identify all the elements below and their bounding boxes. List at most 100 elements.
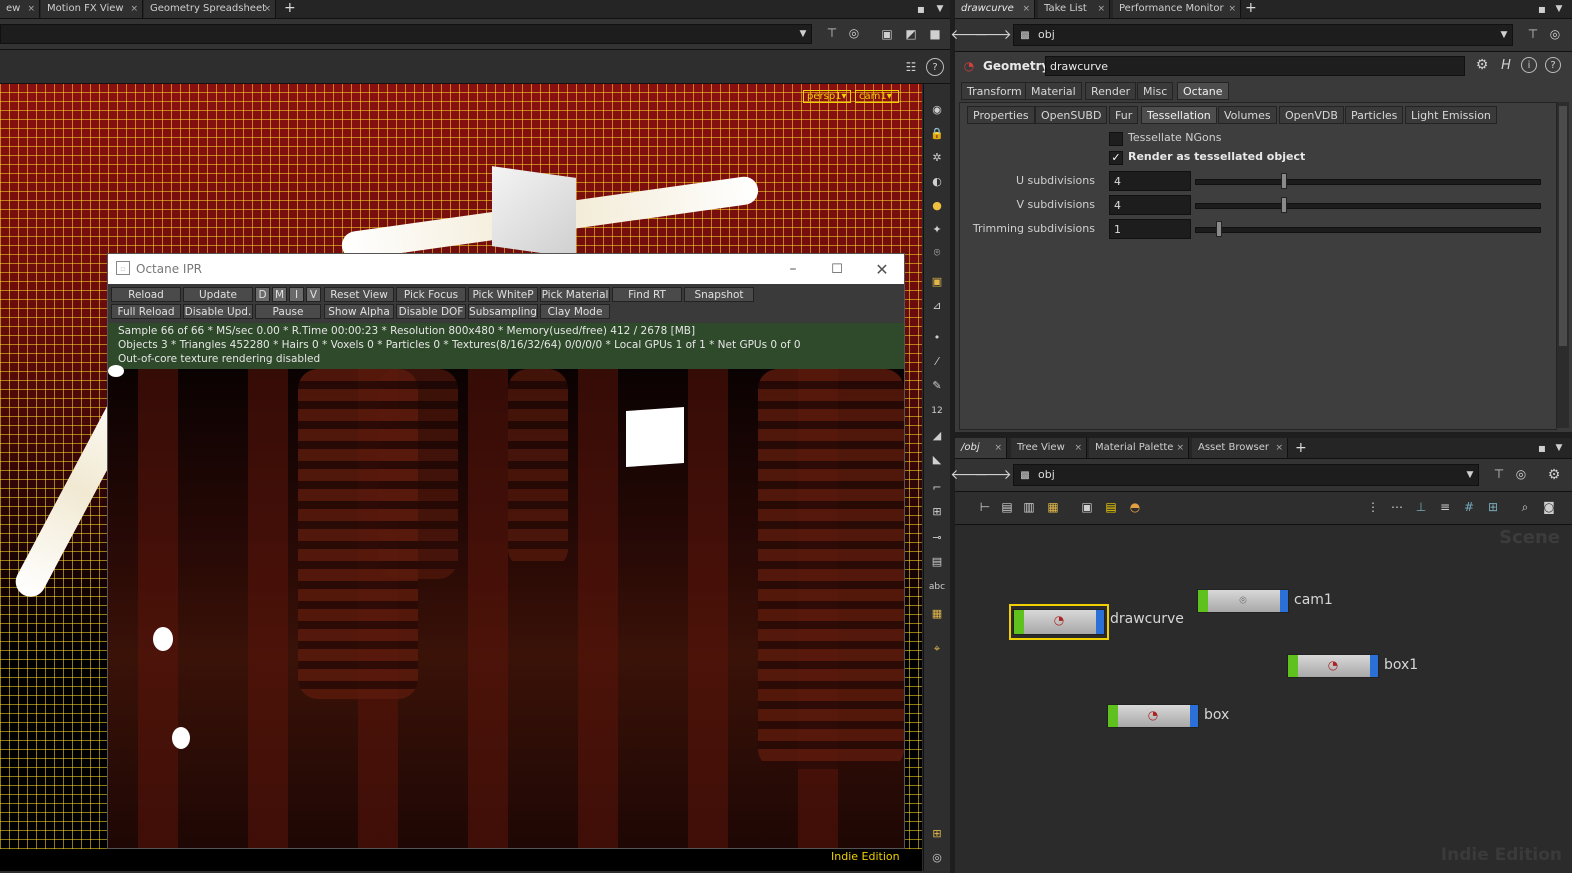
tab-scene-view[interactable]: ew × — [0, 0, 40, 18]
help-icon[interactable]: ? — [1545, 57, 1561, 73]
close-icon[interactable]: × — [1228, 0, 1236, 18]
full-reload-button[interactable]: Full Reload — [111, 304, 181, 319]
tab-drawcurve[interactable]: drawcurve × — [955, 0, 1035, 18]
template-icon[interactable]: ⊿ — [924, 294, 950, 316]
tab-performance-monitor[interactable]: Performance Monitor × — [1113, 0, 1241, 18]
list-icon[interactable]: ▤ — [999, 499, 1015, 515]
paint-icon[interactable]: ◢ — [924, 424, 950, 446]
snap-icon[interactable]: ✲ — [924, 146, 950, 168]
pick-material-button[interactable]: Pick Material — [540, 287, 610, 302]
pane-menu-icon[interactable]: ▼ — [934, 2, 946, 16]
pane-menu-icon[interactable]: ▼ — [1553, 2, 1565, 16]
text-icon[interactable]: abc — [924, 576, 950, 598]
pen-icon[interactable]: ✎ — [924, 374, 950, 396]
link-icon[interactable]: ◎ — [846, 25, 862, 41]
layout-icon[interactable]: ⊞ — [924, 822, 950, 844]
tab-openvdb[interactable]: OpenVDB — [1279, 106, 1344, 124]
v-subdivisions-slider[interactable] — [1195, 203, 1541, 209]
network-path-field[interactable]: ▩ obj ▼ — [1013, 464, 1479, 486]
pane-menu-icon[interactable]: ▼ — [1553, 441, 1565, 455]
render-tessellated-checkbox[interactable]: ✓ — [1109, 151, 1123, 165]
display-settings-icon[interactable]: ☷ — [902, 58, 920, 76]
layout-icon[interactable]: ≡ — [1437, 499, 1453, 515]
tab-volumes[interactable]: Volumes — [1218, 106, 1277, 124]
param-scrollbar[interactable] — [1557, 102, 1569, 428]
handle-icon[interactable]: ⊸ — [924, 526, 950, 548]
chevron-down-icon[interactable]: ▼ — [1498, 29, 1510, 41]
tab-transform[interactable]: Transform — [961, 82, 1028, 100]
pin-icon[interactable]: ⊤ — [1525, 26, 1541, 42]
bucket-icon[interactable]: ◣ — [924, 448, 950, 470]
add-tab-button[interactable]: + — [284, 0, 296, 16]
close-icon[interactable]: × — [27, 0, 35, 18]
cam-menu[interactable]: cam1▾ — [855, 90, 899, 103]
grid-snap-icon[interactable]: ⊞ — [924, 500, 950, 522]
chevron-down-icon[interactable]: ▼ — [1464, 469, 1476, 481]
camera-menu[interactable]: persp1▾ — [803, 90, 851, 103]
tab-opensubd[interactable]: OpenSUBD — [1035, 106, 1108, 124]
d-toggle-button[interactable]: D — [255, 287, 270, 302]
tab-octane[interactable]: Octane — [1177, 82, 1229, 100]
network-editor[interactable]: Scene Indie Edition ◔ drawcurve ⌾ cam1 ◔… — [955, 525, 1572, 873]
tree-icon[interactable]: ⊢ — [977, 499, 993, 515]
disable-update-button[interactable]: Disable Upd. — [183, 304, 253, 319]
node-name-field[interactable]: drawcurve — [1045, 56, 1465, 76]
i-toggle-button[interactable]: I — [289, 287, 304, 302]
pause-button[interactable]: Pause — [255, 304, 321, 319]
link-icon[interactable]: ◎ — [1547, 26, 1563, 42]
tab-render[interactable]: Render — [1085, 82, 1137, 100]
tab-light-emission[interactable]: Light Emission — [1405, 106, 1497, 124]
lock-icon[interactable]: 🔒 — [924, 122, 950, 144]
show-alpha-button[interactable]: Show Alpha — [324, 304, 394, 319]
light-icon[interactable]: ● — [924, 194, 950, 216]
tab-particles[interactable]: Particles — [1345, 106, 1404, 124]
point-light-icon[interactable]: ✦ — [924, 218, 950, 240]
node-display-flag[interactable] — [1108, 705, 1118, 727]
node-box[interactable]: ◔ — [1107, 704, 1199, 728]
forward-arrow-icon[interactable]: 🡒 — [974, 26, 1012, 43]
brush-icon[interactable]: ⁄ — [924, 350, 950, 372]
location-icon[interactable]: ⌖ — [924, 638, 950, 660]
number-icon[interactable]: 12 — [924, 400, 950, 422]
close-icon[interactable]: × — [130, 0, 138, 18]
u-subdivisions-field[interactable]: 4 — [1109, 171, 1191, 191]
m-toggle-button[interactable]: M — [272, 287, 287, 302]
camera-snapshot-icon[interactable]: ◙ — [1541, 499, 1557, 515]
viewer-path-field[interactable] — [0, 24, 812, 44]
close-icon[interactable]: × — [1097, 0, 1105, 18]
subnet-icon[interactable]: ◓ — [1127, 499, 1143, 515]
u-subdivisions-slider-handle[interactable] — [1281, 173, 1287, 189]
octane-titlebar[interactable]: ▫ Octane IPR – ☐ ✕ — [108, 254, 904, 284]
tab-fur[interactable]: Fur — [1109, 106, 1139, 124]
chevron-down-icon[interactable]: ▼ — [796, 27, 810, 41]
tab-material[interactable]: Material — [1025, 82, 1082, 100]
node-render-flag[interactable] — [1190, 705, 1198, 727]
camera-view-icon[interactable]: ◩ — [902, 25, 920, 43]
pin-icon[interactable]: ⊤ — [824, 25, 840, 41]
palette-grid-icon[interactable]: ▦ — [1045, 499, 1061, 515]
trimming-subdivisions-slider-handle[interactable] — [1215, 221, 1222, 237]
maximize-pane-icon[interactable]: ▪ — [1535, 441, 1549, 455]
node-render-flag[interactable] — [1370, 655, 1378, 677]
snap-vertical-icon[interactable]: ⊥ — [1413, 499, 1429, 515]
path-field[interactable]: ▩ obj ▼ — [1013, 24, 1513, 46]
info-icon[interactable]: i — [1521, 57, 1537, 73]
snapshot-button[interactable]: Snapshot — [684, 287, 754, 302]
tab-properties[interactable]: Properties — [967, 106, 1035, 124]
fullscreen-icon[interactable]: ■ — [926, 25, 944, 43]
visibility-icon[interactable]: ◉ — [924, 98, 950, 120]
trimming-subdivisions-slider[interactable] — [1195, 227, 1541, 233]
render-preview[interactable] — [108, 365, 904, 848]
details-icon[interactable]: ▥ — [1021, 499, 1037, 515]
tab-material-palette[interactable]: Material Palette × — [1089, 438, 1189, 458]
tab-obj[interactable]: /obj × — [955, 438, 1007, 458]
eye-icon[interactable]: ◎ — [924, 846, 950, 868]
maximize-icon[interactable]: ☐ — [828, 260, 846, 278]
pin-icon[interactable]: ⊤ — [1491, 466, 1507, 482]
octane-ipr-window[interactable]: ▫ Octane IPR – ☐ ✕ Reload Update D M I V… — [107, 253, 905, 849]
close-icon[interactable]: × — [263, 0, 271, 18]
corner-icon[interactable]: ⌐ — [924, 476, 950, 498]
maximize-pane-icon[interactable]: ▪ — [1535, 2, 1549, 16]
align-horizontal-icon[interactable]: ⋯ — [1389, 499, 1405, 515]
grid-lines-icon[interactable]: ⊞ — [1485, 499, 1501, 515]
